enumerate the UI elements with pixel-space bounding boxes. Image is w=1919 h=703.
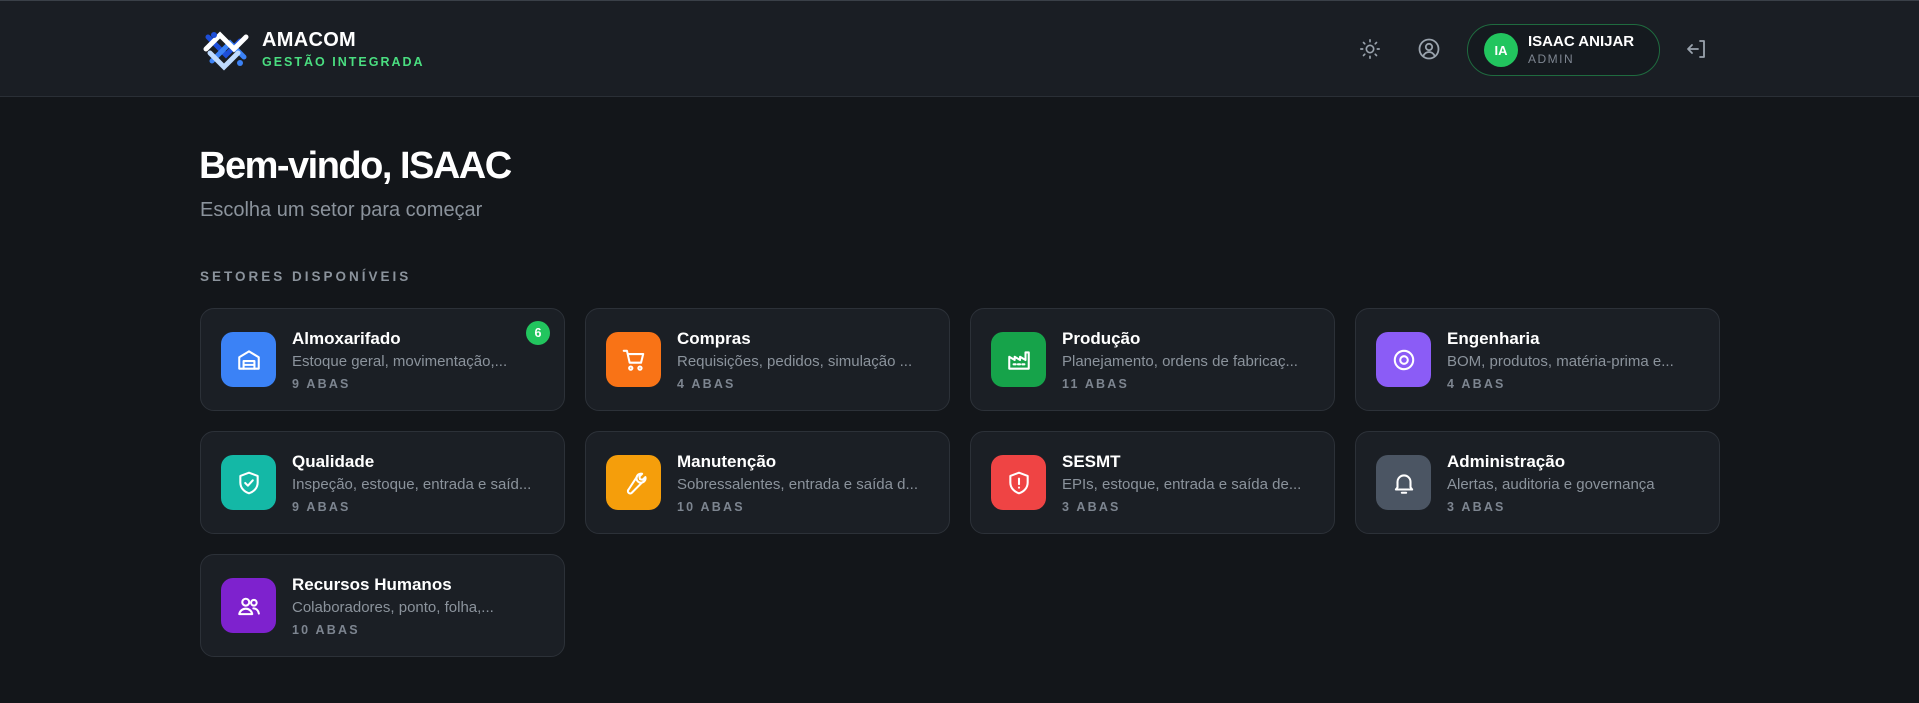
sector-tab-count: 11 ABAS bbox=[1062, 376, 1130, 391]
cart-icon bbox=[622, 349, 644, 371]
sector-description: Colaboradores, ponto, folha,... bbox=[292, 598, 494, 616]
sector-title: Engenharia bbox=[1447, 328, 1540, 348]
users-icon bbox=[237, 597, 260, 615]
wrench-icon bbox=[626, 472, 647, 494]
sector-description: Inspeção, estoque, entrada e saíd... bbox=[292, 475, 532, 493]
sector-tab-count: 9 ABAS bbox=[292, 376, 351, 391]
sector-title: Qualidade bbox=[292, 451, 375, 471]
avatar: IA bbox=[1484, 33, 1518, 67]
sector-tab-count: 10 ABAS bbox=[292, 622, 360, 637]
bell-tile bbox=[1376, 455, 1431, 510]
sun-icon bbox=[1360, 39, 1380, 59]
logout-icon bbox=[1687, 40, 1705, 58]
sector-description: EPIs, estoque, entrada e saída de... bbox=[1062, 475, 1302, 493]
profile-button[interactable] bbox=[1415, 35, 1443, 63]
user-name: ISAAC ANIJAR bbox=[1528, 33, 1635, 50]
user-menu[interactable]: IA ISAAC ANIJAR ADMIN bbox=[1467, 24, 1660, 76]
sector-description: Sobressalentes, entrada e saída d... bbox=[677, 475, 918, 493]
sector-title: Manutenção bbox=[677, 451, 777, 471]
shield-alert-icon bbox=[1008, 471, 1029, 494]
sector-card-compras[interactable]: Compras Requisições, pedidos, simulação … bbox=[585, 308, 950, 411]
sector-description: Planejamento, ordens de fabricaç... bbox=[1062, 352, 1298, 370]
sector-card-almoxarifado[interactable]: Almoxarifado Estoque geral, movimentação… bbox=[200, 308, 565, 411]
sector-title: Almoxarifado bbox=[292, 328, 401, 348]
sector-tab-count: 3 ABAS bbox=[1062, 499, 1121, 514]
warehouse-tile bbox=[221, 332, 276, 387]
shield-check-tile bbox=[221, 455, 276, 510]
sector-card-administracao[interactable]: Administração Alertas, auditoria e gover… bbox=[1355, 431, 1720, 534]
brand[interactable]: AMACOM GESTÃO INTEGRADA bbox=[200, 23, 425, 75]
bell-icon bbox=[1394, 473, 1413, 494]
sector-description: Alertas, auditoria e governança bbox=[1447, 475, 1655, 493]
sector-card-manutencao[interactable]: Manutenção Sobressalentes, entrada e saí… bbox=[585, 431, 950, 534]
brand-name: AMACOM bbox=[262, 29, 357, 51]
users-tile bbox=[221, 578, 276, 633]
sector-description: Requisições, pedidos, simulação ... bbox=[677, 352, 913, 370]
sector-tab-count: 10 ABAS bbox=[677, 499, 745, 514]
page-title: Bem-vindo, ISAAC bbox=[199, 145, 512, 187]
sector-title: Produção bbox=[1062, 328, 1141, 348]
target-tile bbox=[1376, 332, 1431, 387]
amacom-logo-icon bbox=[200, 23, 252, 75]
factory-tile bbox=[991, 332, 1046, 387]
brand-subtitle: GESTÃO INTEGRADA bbox=[262, 55, 425, 69]
sector-description: Estoque geral, movimentação,... bbox=[292, 352, 508, 370]
sector-title: Administração bbox=[1447, 451, 1566, 471]
sector-title: SESMT bbox=[1062, 451, 1121, 471]
sector-card-recursos-humanos[interactable]: Recursos Humanos Colaboradores, ponto, f… bbox=[200, 554, 565, 657]
sector-card-sesmt[interactable]: SESMT EPIs, estoque, entrada e saída de.… bbox=[970, 431, 1335, 534]
sector-tab-count: 3 ABAS bbox=[1447, 499, 1506, 514]
page-subtitle: Escolha um setor para começar bbox=[200, 199, 483, 221]
cart-tile bbox=[606, 332, 661, 387]
sector-tab-count: 4 ABAS bbox=[1447, 376, 1506, 391]
sector-title: Recursos Humanos bbox=[292, 574, 452, 594]
notification-badge: 6 bbox=[526, 321, 550, 345]
factory-icon bbox=[1007, 350, 1030, 370]
user-circle-icon bbox=[1418, 38, 1440, 60]
sector-card-engenharia[interactable]: Engenharia BOM, produtos, matéria-prima … bbox=[1355, 308, 1720, 411]
top-bar: AMACOM GESTÃO INTEGRADA IA ISAAC ANIJAR … bbox=[0, 0, 1919, 97]
sector-card-producao[interactable]: Produção Planejamento, ordens de fabrica… bbox=[970, 308, 1335, 411]
wrench-tile bbox=[606, 455, 661, 510]
section-label: SETORES DISPONÍVEIS bbox=[200, 269, 412, 284]
user-role: ADMIN bbox=[1528, 52, 1575, 66]
theme-toggle-button[interactable] bbox=[1356, 35, 1384, 63]
sector-tab-count: 9 ABAS bbox=[292, 499, 351, 514]
shield-check-icon bbox=[238, 471, 259, 494]
shield-alert-tile bbox=[991, 455, 1046, 510]
sector-grid: Almoxarifado Estoque geral, movimentação… bbox=[200, 308, 1720, 657]
logout-button[interactable] bbox=[1683, 35, 1711, 63]
sector-description: BOM, produtos, matéria-prima e... bbox=[1447, 352, 1674, 370]
sector-title: Compras bbox=[677, 328, 751, 348]
target-icon bbox=[1393, 349, 1414, 370]
sector-card-qualidade[interactable]: Qualidade Inspeção, estoque, entrada e s… bbox=[200, 431, 565, 534]
warehouse-icon bbox=[237, 349, 260, 370]
sector-tab-count: 4 ABAS bbox=[677, 376, 736, 391]
